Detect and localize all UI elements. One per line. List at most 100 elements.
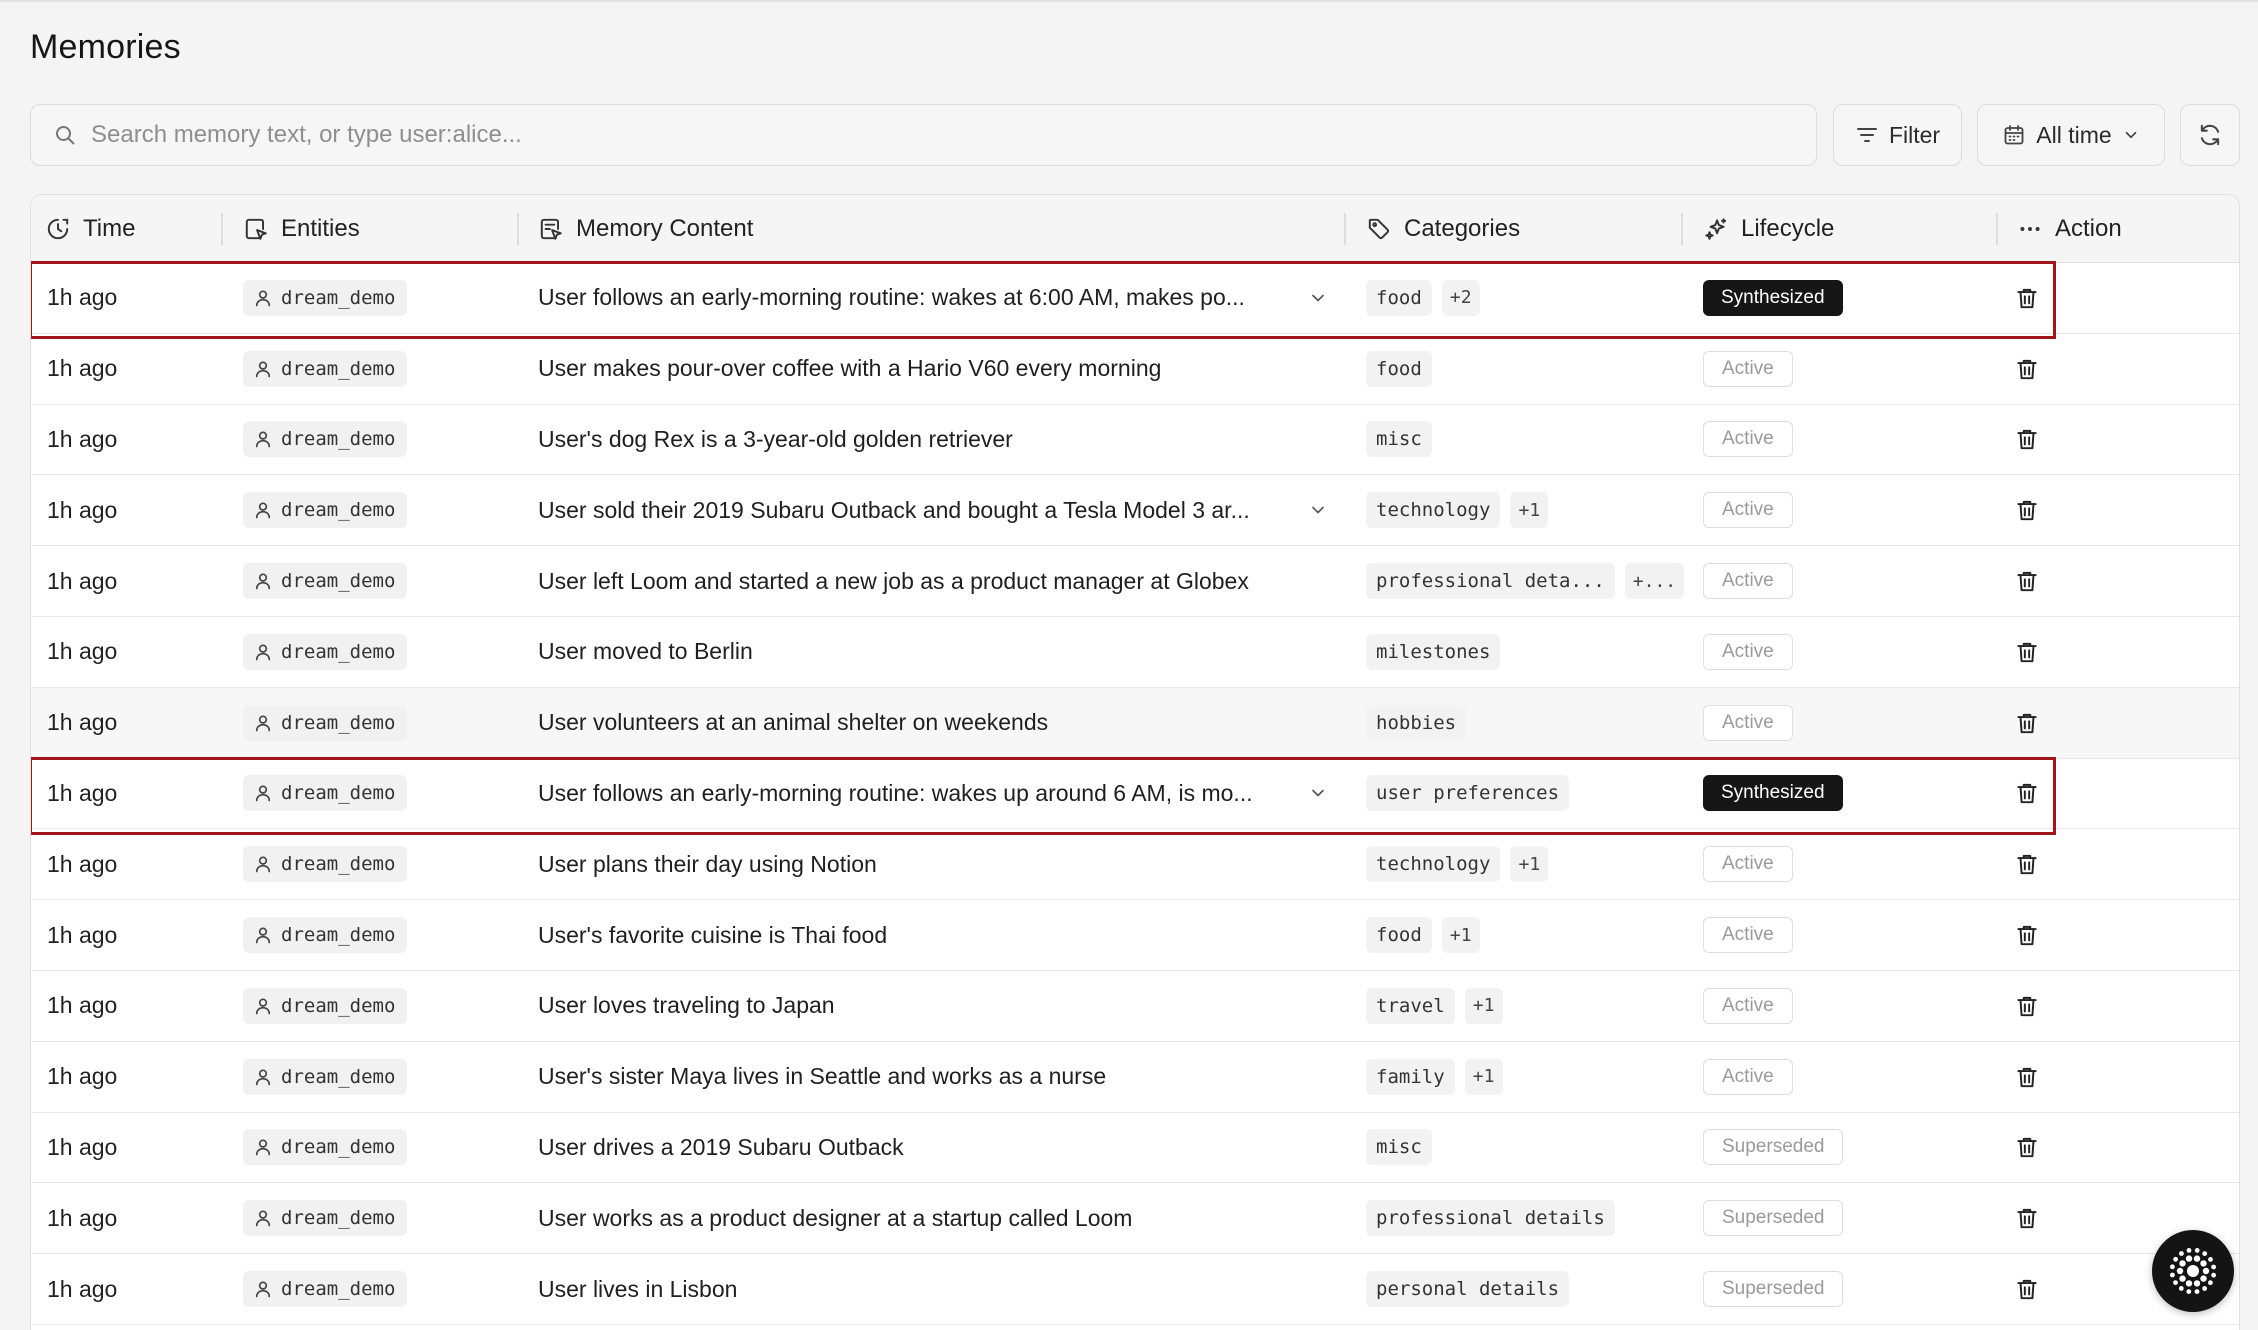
delete-button[interactable] <box>2014 617 2040 687</box>
entity-chip[interactable]: dream_demo <box>243 704 408 741</box>
entity-chip[interactable]: dream_demo <box>243 1058 408 1095</box>
entity-chip[interactable]: dream_demo <box>243 563 408 600</box>
category-chip[interactable]: misc <box>1366 421 1432 458</box>
delete-button[interactable] <box>2014 475 2040 545</box>
delete-button[interactable] <box>2014 263 2040 333</box>
table-row[interactable]: 1h ago dream_demo User follows an early-mo… <box>31 261 2239 339</box>
delete-button[interactable] <box>2014 1042 2040 1112</box>
expand-button[interactable] <box>1308 263 1328 333</box>
more-categories-chip[interactable]: +1 <box>1464 987 1503 1024</box>
category-chip[interactable]: travel <box>1366 987 1455 1024</box>
entity-chip[interactable]: dream_demo <box>243 846 408 883</box>
memory-content[interactable]: User's sister Maya lives in Seattle and … <box>538 1042 1106 1112</box>
delete-button[interactable] <box>2014 759 2040 829</box>
categories-cell: user preferences <box>1366 759 1570 829</box>
memory-content[interactable]: User loves traveling to Japan <box>538 971 835 1041</box>
table-row[interactable]: 1h ago dream_demo User follows an early-mo… <box>31 756 2239 835</box>
category-chip[interactable]: food <box>1366 279 1432 316</box>
category-chip[interactable]: professional deta... <box>1366 563 1615 600</box>
category-chip[interactable]: hobbies <box>1366 704 1467 741</box>
memory-content[interactable]: User sold their 2019 Subaru Outback and … <box>538 475 1250 545</box>
categories-cell: travel +1 <box>1366 971 1503 1041</box>
table-row[interactable]: 1h ago dream_demo User moved to Berlin mile… <box>31 616 2239 688</box>
entity-chip[interactable]: dream_demo <box>243 279 408 316</box>
header-time[interactable]: Time <box>45 195 135 263</box>
entity-chip[interactable]: dream_demo <box>243 421 408 458</box>
delete-button[interactable] <box>2014 1254 2040 1324</box>
delete-button[interactable] <box>2014 1183 2040 1253</box>
category-chip[interactable]: professional details <box>1366 1200 1615 1237</box>
category-chip[interactable]: milestones <box>1366 633 1501 670</box>
table-row[interactable]: 1h ago dream_demo User left Loom and start… <box>31 546 2239 617</box>
entity-chip[interactable]: dream_demo <box>243 1271 408 1308</box>
expand-button[interactable] <box>1308 475 1328 545</box>
more-categories-chip[interactable]: +1 <box>1441 917 1480 954</box>
memory-content[interactable]: User left Loom and started a new job as … <box>538 546 1249 616</box>
delete-button[interactable] <box>2014 971 2040 1041</box>
memory-content[interactable]: User makes pour-over coffee with a Hario… <box>538 334 1161 404</box>
header-categories[interactable]: Categories <box>1366 195 1520 263</box>
more-categories-chip[interactable]: +2 <box>1441 279 1480 316</box>
delete-button[interactable] <box>2014 405 2040 475</box>
filter-button[interactable]: Filter <box>1833 104 1962 166</box>
entity-chip[interactable]: dream_demo <box>243 1200 408 1237</box>
memory-content[interactable]: User's dog Rex is a 3-year-old golden re… <box>538 405 1013 475</box>
memory-content[interactable]: User works as a product designer at a st… <box>538 1183 1132 1253</box>
more-categories-chip[interactable]: +1 <box>1510 492 1549 529</box>
entity-label: dream_demo <box>281 711 396 734</box>
table-row[interactable]: 1h ago dream_demo User lives in Lisbon pers… <box>31 1254 2239 1325</box>
category-chip[interactable]: technology <box>1366 492 1501 529</box>
more-categories-chip[interactable]: +1 <box>1510 846 1549 883</box>
table-row[interactable]: 1h ago dream_demo User drives a 2019 Subar… <box>31 1112 2239 1184</box>
header-entities[interactable]: Entities <box>243 195 360 263</box>
expand-button[interactable] <box>1308 759 1328 829</box>
memory-content[interactable]: User lives in Lisbon <box>538 1254 737 1324</box>
more-categories-chip[interactable]: +... <box>1624 563 1685 600</box>
delete-button[interactable] <box>2014 688 2040 758</box>
delete-button[interactable] <box>2014 546 2040 616</box>
more-categories-chip[interactable]: +1 <box>1464 1058 1503 1095</box>
delete-button[interactable] <box>2014 1113 2040 1183</box>
entity-chip[interactable]: dream_demo <box>243 917 408 954</box>
table-row[interactable]: 1h ago dream_demo User makes pour-over cof… <box>31 333 2239 405</box>
table-row[interactable]: 1h ago dream_demo User's favorite cuisine … <box>31 900 2239 971</box>
memory-content[interactable]: User follows an early-morning routine: w… <box>538 263 1245 333</box>
category-chip[interactable]: family <box>1366 1058 1455 1095</box>
delete-button[interactable] <box>2014 829 2040 899</box>
category-chip[interactable]: personal details <box>1366 1271 1570 1308</box>
category-chip[interactable]: food <box>1366 917 1432 954</box>
category-chip[interactable]: food <box>1366 350 1432 387</box>
entity-chip[interactable]: dream_demo <box>243 1129 408 1166</box>
entity-chip[interactable]: dream_demo <box>243 987 408 1024</box>
header-lifecycle[interactable]: Lifecycle <box>1703 195 1834 263</box>
delete-button[interactable] <box>2014 900 2040 970</box>
memory-content[interactable]: User plans their day using Notion <box>538 829 877 899</box>
memory-content[interactable]: User drives a 2019 Subaru Outback <box>538 1113 904 1183</box>
entity-chip[interactable]: dream_demo <box>243 775 408 812</box>
category-chip[interactable]: misc <box>1366 1129 1432 1166</box>
entity-chip[interactable]: dream_demo <box>243 492 408 529</box>
table-row[interactable]: 1h ago dream_demo User sold their 2019 Sub… <box>31 475 2239 547</box>
memory-content[interactable]: User's favorite cuisine is Thai food <box>538 900 887 970</box>
memory-content[interactable]: User volunteers at an animal shelter on … <box>538 688 1048 758</box>
search-input[interactable] <box>91 121 1791 149</box>
table-row[interactable]: 1h ago dream_demo User plans their day usi… <box>31 829 2239 901</box>
category-chip[interactable]: user preferences <box>1366 775 1570 812</box>
table-row[interactable]: 1h ago dream_demo User's sister Maya lives… <box>31 1041 2239 1113</box>
memory-content[interactable]: User moved to Berlin <box>538 617 753 687</box>
time-range-dropdown[interactable]: All time <box>1977 104 2165 166</box>
table-row[interactable]: 1h ago dream_demo User loves traveling to … <box>31 970 2239 1042</box>
header-content[interactable]: Memory Content <box>538 195 753 263</box>
table-row[interactable]: 1h ago dream_demo User volunteers at an an… <box>31 687 2239 759</box>
entity-chip[interactable]: dream_demo <box>243 350 408 387</box>
delete-button[interactable] <box>2014 334 2040 404</box>
header-action: Action <box>2017 195 2122 263</box>
table-row[interactable]: 1h ago dream_demo User works as a product … <box>31 1183 2239 1255</box>
entity-chip[interactable]: dream_demo <box>243 633 408 670</box>
table-row[interactable]: 1h ago dream_demo User's dog Rex is a 3-ye… <box>31 404 2239 476</box>
refresh-button[interactable] <box>2180 104 2240 166</box>
category-chip[interactable]: technology <box>1366 846 1501 883</box>
assistant-button[interactable] <box>2152 1230 2234 1312</box>
search-box[interactable] <box>30 104 1817 166</box>
memory-content[interactable]: User follows an early-morning routine: w… <box>538 759 1253 829</box>
